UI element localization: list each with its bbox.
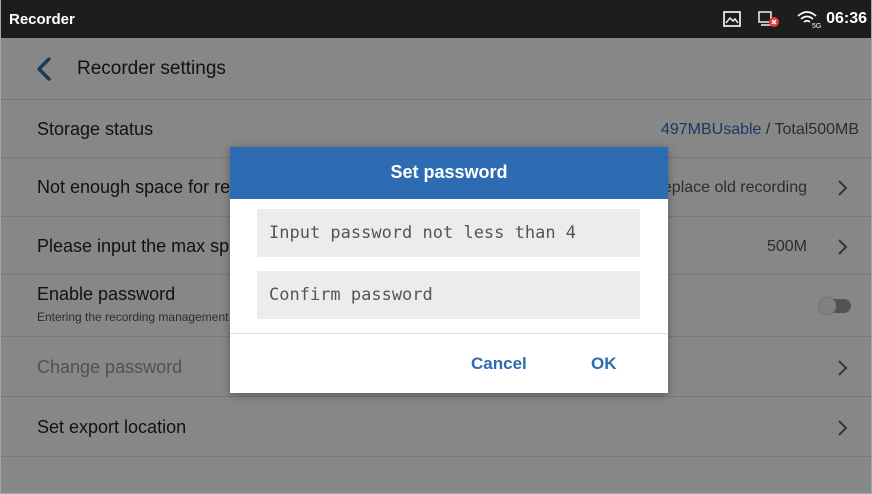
password-input[interactable] [257, 209, 640, 257]
dialog-divider [230, 333, 668, 334]
wifi-5g-icon: 5G [796, 9, 824, 34]
network-blocked-icon [757, 9, 781, 34]
wifi-network-label: 5G [812, 23, 821, 29]
status-app-name: Recorder [9, 11, 75, 28]
cancel-button[interactable]: Cancel [471, 354, 527, 374]
set-password-dialog: Set password Cancel OK [230, 147, 668, 393]
confirm-password-input[interactable] [257, 271, 640, 319]
status-time: 06:36 [826, 10, 867, 27]
screenshot-icon [722, 9, 742, 34]
app-window: Recorder 5G 06:36 Recorder settings Stor… [0, 0, 872, 494]
ok-button[interactable]: OK [591, 354, 617, 374]
dialog-title: Set password [230, 147, 668, 199]
status-bar: Recorder 5G 06:36 [1, 0, 871, 38]
